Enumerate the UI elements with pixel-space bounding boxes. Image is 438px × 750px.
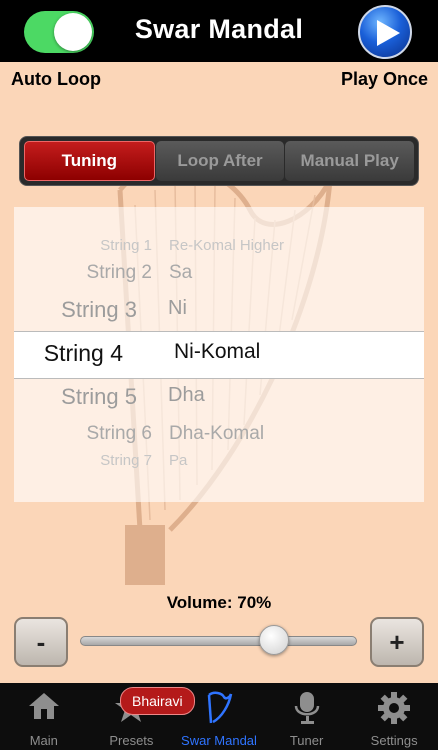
picker-row[interactable]: String 3 Ni [14,297,424,325]
tab-main[interactable]: Main [0,683,88,750]
picker-row-selected[interactable]: String 4 Ni-Komal [14,340,424,370]
play-once-label: Play Once [340,69,428,89]
segment-manual-play[interactable]: Manual Play [285,141,415,181]
home-icon [28,693,59,719]
string-label: String 3 [61,297,137,322]
string-label: String 6 [86,423,152,444]
volume-down-button[interactable]: - [14,617,68,667]
picker-row[interactable]: String 5 Dha [14,384,424,412]
note-value: Re-Komal Higher [169,237,285,254]
note-value: Pa [169,452,188,469]
gear-icon [378,692,411,724]
picker-row[interactable]: String 6 Dha-Komal [14,423,424,449]
tab-label: Presets [109,733,154,748]
string-label: String 2 [86,262,152,283]
harp-icon [207,691,233,724]
picker-row[interactable]: String 2 Sa [14,262,424,288]
volume-label: Volume: 70% [166,593,272,612]
play-button[interactable] [358,5,412,59]
play-icon [377,20,400,46]
note-value: Ni-Komal [174,340,261,363]
preset-badge: Bhairavi [120,687,195,715]
tab-label: Main [29,733,58,748]
tab-bar: Main Presets Swar Mandal Tuner Settings [0,683,438,750]
note-value: Sa [169,262,193,283]
note-value: Ni [168,297,187,319]
volume-slider-thumb[interactable] [258,625,289,655]
tab-label: Settings [370,733,418,748]
auto-loop-label: Auto Loop [11,69,101,89]
string-label: String 1 [100,237,152,254]
tab-settings[interactable]: Settings [350,683,438,750]
string-label: String 5 [61,384,137,409]
tab-label: Tuner [289,733,324,748]
string-note-picker[interactable]: String 1 Re-Komal Higher String 2 Sa Str… [14,207,424,502]
volume-slider-track[interactable] [80,636,357,646]
mode-segmented-control: Tuning Loop After Manual Play [19,136,419,186]
string-label: String 7 [100,452,152,469]
picker-row[interactable]: String 7 Pa [14,452,424,472]
string-label: String 4 [43,340,123,366]
picker-row[interactable]: String 1 Re-Komal Higher [14,237,424,259]
tab-tuner[interactable]: Tuner [263,683,351,750]
segment-loop-after[interactable]: Loop After [155,141,285,181]
volume-up-button[interactable]: + [370,617,424,667]
tab-label: Swar Mandal [181,733,257,748]
segment-tuning[interactable]: Tuning [24,141,155,181]
top-bar: Swar Mandal [0,0,438,62]
microphone-icon [294,692,319,724]
note-value: Dha [168,384,205,406]
note-value: Dha-Komal [169,423,265,444]
